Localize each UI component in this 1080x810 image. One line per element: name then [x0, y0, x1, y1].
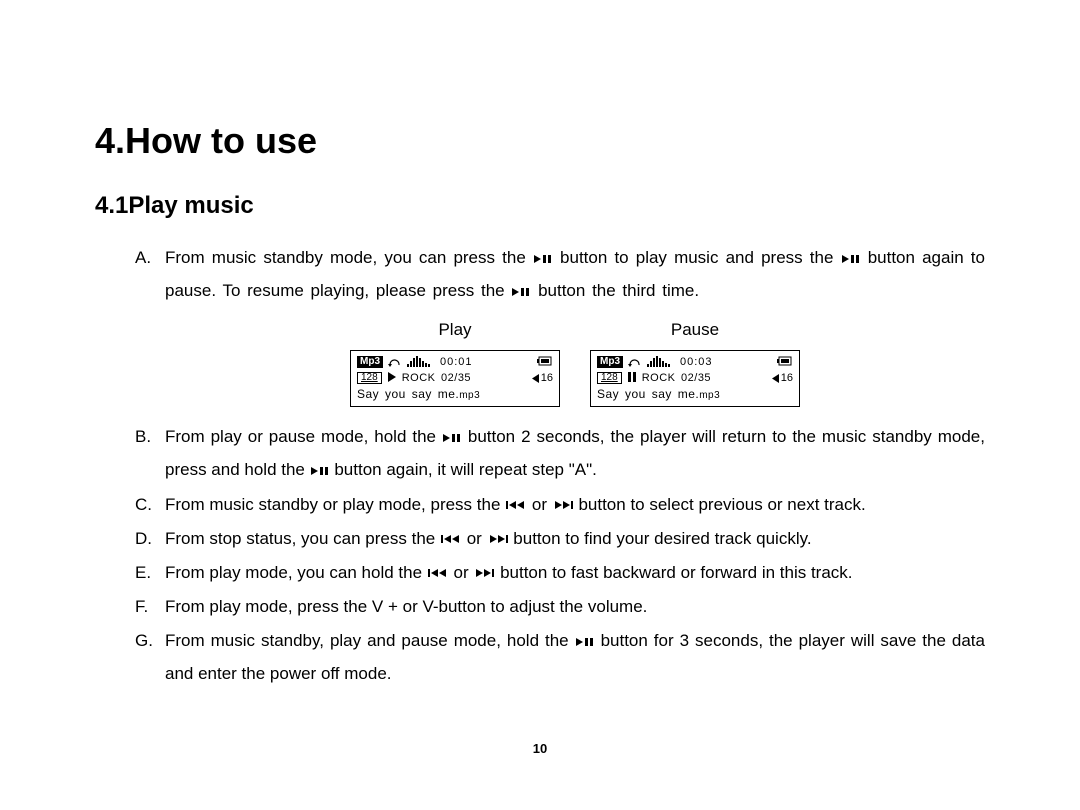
- step-text: From play mode, press the V + or V-butto…: [165, 597, 647, 616]
- next-track-icon: [553, 489, 573, 521]
- elapsed-time: 00:01: [440, 357, 473, 368]
- bitrate-box: 128: [597, 372, 622, 384]
- step-letter: C.: [135, 489, 152, 521]
- step-text: button the third time.: [538, 281, 699, 300]
- lcd-label: Pause: [590, 314, 800, 346]
- step-letter: A.: [135, 242, 151, 274]
- equalizer-icon: [407, 356, 433, 369]
- play-pause-icon: [576, 626, 594, 658]
- repeat-icon: [388, 356, 402, 369]
- next-track-icon: [474, 557, 494, 589]
- file-ext: mp3: [459, 390, 480, 401]
- volume-indicator: 16: [532, 373, 553, 384]
- step-text: or: [467, 529, 482, 548]
- step-b: B. From play or pause mode, hold the but…: [135, 421, 985, 487]
- equalizer-icon: [647, 356, 673, 369]
- step-text: button to find your desired track quickl…: [513, 529, 811, 548]
- step-g: G. From music standby, play and pause mo…: [135, 625, 985, 690]
- play-pause-icon: [842, 243, 860, 275]
- step-text: button to fast backward or forward in th…: [500, 563, 852, 582]
- step-text: From music standby, play and pause mode,…: [165, 631, 575, 650]
- play-pause-icon: [512, 276, 530, 308]
- step-e: E. From play mode, you can hold the or b…: [135, 557, 985, 589]
- prev-track-icon: [428, 557, 448, 589]
- step-text: button to play music and press the: [560, 248, 841, 267]
- step-text: From play mode, you can hold the: [165, 563, 427, 582]
- filename-row: Say you say me.mp3: [357, 388, 553, 401]
- step-letter: F.: [135, 591, 148, 623]
- play-icon: [388, 372, 396, 384]
- next-track-icon: [488, 523, 508, 555]
- step-text: or: [453, 563, 468, 582]
- step-c: C. From music standby or play mode, pres…: [135, 489, 985, 521]
- step-text: From play or pause mode, hold the: [165, 427, 442, 446]
- manual-page: 4.How to use 4.1Play music A. From music…: [0, 0, 1080, 810]
- page-number: 10: [0, 741, 1080, 756]
- steps-list: A. From music standby mode, you can pres…: [95, 242, 985, 690]
- filename: Say you say me.: [357, 387, 459, 401]
- file-ext: mp3: [699, 390, 720, 401]
- track-meta: ROCK 02/35: [642, 373, 711, 384]
- battery-icon: [777, 356, 793, 368]
- lcd-play: Mp3 00:01 128 ROCK 02/35: [350, 350, 560, 407]
- volume-value: 16: [541, 373, 553, 384]
- elapsed-time: 00:03: [680, 357, 713, 368]
- bitrate-box: 128: [357, 372, 382, 384]
- step-text: button again, it will repeat step "A".: [334, 460, 597, 479]
- lcd-label: Play: [350, 314, 560, 346]
- filename: Say you say me.: [597, 387, 699, 401]
- battery-icon: [537, 356, 553, 368]
- step-text: From stop status, you can press the: [165, 529, 440, 548]
- lcd-pause: Mp3 00:03 128 ROCK 02/35: [590, 350, 800, 407]
- step-a: A. From music standby mode, you can pres…: [135, 242, 985, 407]
- play-pause-icon: [443, 422, 461, 454]
- step-text: From music standby mode, you can press t…: [165, 248, 533, 267]
- format-badge: Mp3: [357, 356, 383, 368]
- track-meta: ROCK 02/35: [402, 373, 471, 384]
- repeat-icon: [628, 356, 642, 369]
- prev-track-icon: [441, 523, 461, 555]
- step-letter: E.: [135, 557, 151, 589]
- step-letter: G.: [135, 625, 153, 657]
- step-letter: D.: [135, 523, 152, 555]
- volume-value: 16: [781, 373, 793, 384]
- page-title: 4.How to use: [95, 120, 985, 162]
- lcd-play-block: Play Mp3 00:01 128 ROCK 02/35: [350, 314, 560, 407]
- lcd-pause-block: Pause Mp3 00:03 128 ROCK 02/35: [590, 314, 800, 407]
- step-d: D. From stop status, you can press the o…: [135, 523, 985, 555]
- pause-icon: [628, 372, 636, 384]
- prev-track-icon: [506, 489, 526, 521]
- volume-indicator: 16: [772, 373, 793, 384]
- play-pause-icon: [311, 455, 329, 487]
- step-text: or: [532, 495, 552, 514]
- step-text: From music standby or play mode, press t…: [165, 495, 505, 514]
- step-text: button to select previous or next track.: [578, 495, 865, 514]
- play-pause-icon: [534, 243, 552, 275]
- section-heading: 4.1Play music: [95, 192, 985, 220]
- filename-row: Say you say me.mp3: [597, 388, 793, 401]
- format-badge: Mp3: [597, 356, 623, 368]
- lcd-screenshots-row: Play Mp3 00:01 128 ROCK 02/35: [165, 314, 985, 407]
- step-letter: B.: [135, 421, 151, 453]
- step-f: F. From play mode, press the V + or V-bu…: [135, 591, 985, 623]
